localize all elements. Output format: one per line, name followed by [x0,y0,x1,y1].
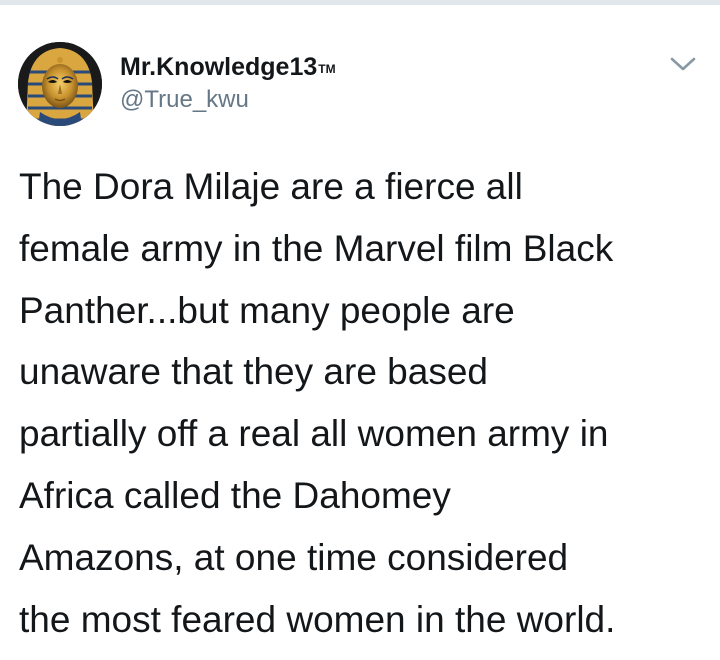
display-name-text: Mr.Knowledge13 [120,53,318,81]
trademark-suffix: TM [318,62,336,76]
tweet-author[interactable]: Mr.Knowledge13TM @True_kwu [120,52,336,115]
tweet-text-line: the most feared women in the world. [19,598,616,640]
author-handle[interactable]: @True_kwu [120,85,336,115]
avatar[interactable] [18,42,102,126]
tweet-text-line: Panther...but many people are [19,289,515,331]
tweet-text-line: Africa called the Dahomey [19,474,451,516]
author-display-name[interactable]: Mr.Knowledge13TM [120,52,336,82]
tweet-text-line: partially off a real all women army in [19,413,609,455]
tweet-text-line: female army in the Marvel film Black [19,227,614,269]
tweet-menu-button[interactable] [669,54,697,74]
tweet-text-line: The Dora Milaje are a fierce all [19,166,523,207]
tweet-card: Mr.Knowledge13TM @True_kwu The Dora Mila… [0,0,720,660]
tweet-text-line: unaware that they are based [19,351,488,393]
pharaoh-mask-icon [18,42,102,126]
tweet-text: The Dora Milaje are a fierce all female … [19,156,709,650]
chevron-down-icon [670,57,696,71]
tweet-text-line: Amazons, at one time considered [19,536,569,578]
